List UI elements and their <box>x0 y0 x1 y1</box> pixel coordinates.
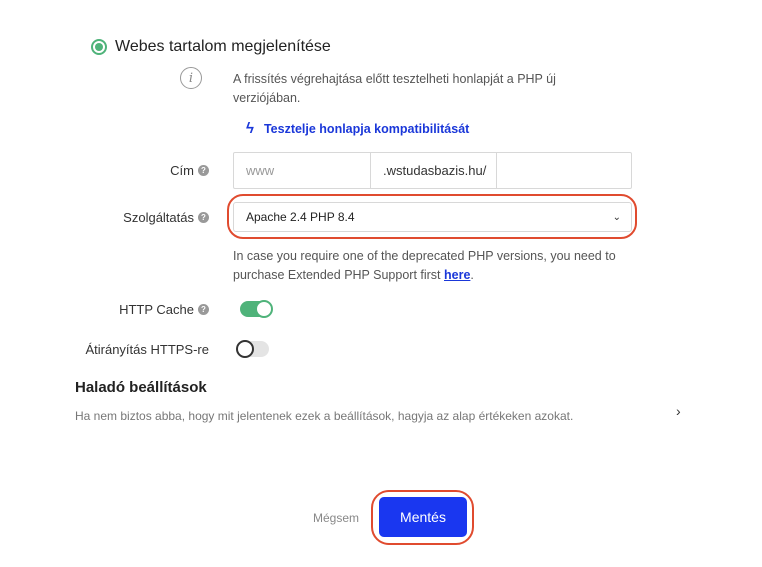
domain-suffix: .wstudasbazis.hu/ <box>371 153 498 188</box>
content-display-option[interactable]: Webes tartalom megjelenítése <box>91 38 331 56</box>
subdomain-input[interactable]: www <box>234 153 371 188</box>
https-redirect-label: Átirányítás HTTPS-re <box>85 342 209 357</box>
address-field: www .wstudasbazis.hu/ <box>233 152 632 189</box>
toggle-knob <box>236 340 254 358</box>
https-redirect-label-text: Átirányítás HTTPS-re <box>85 342 209 357</box>
cancel-button[interactable]: Mégsem <box>313 511 359 525</box>
http-cache-toggle[interactable] <box>240 300 273 318</box>
info-text: A frissítés végrehajtása előtt tesztelhe… <box>233 72 556 105</box>
extended-php-support-link[interactable]: here <box>444 268 470 282</box>
service-label-text: Szolgáltatás <box>123 210 194 225</box>
help-icon[interactable]: ? <box>198 212 209 223</box>
lightning-icon: ϟ <box>246 120 254 137</box>
http-cache-label: HTTP Cache ? <box>119 302 209 317</box>
advanced-settings-description: Ha nem biztos abba, hogy mit jelentenek … <box>75 409 574 423</box>
advanced-settings-title[interactable]: Haladó beállítások <box>75 379 207 396</box>
toggle-knob <box>255 300 273 318</box>
test-compatibility-label: Tesztelje honlapja kompatibilitását <box>263 121 470 136</box>
save-highlight-annotation <box>371 490 474 545</box>
http-cache-label-text: HTTP Cache <box>119 302 194 317</box>
test-compatibility-link[interactable]: ϟ Tesztelje honlapja kompatibilitását <box>246 120 469 137</box>
chevron-right-icon[interactable]: › <box>676 403 681 419</box>
info-icon: i <box>180 67 202 89</box>
content-display-label: Webes tartalom megjelenítése <box>115 38 331 55</box>
cim-label: Cím ? <box>170 163 209 178</box>
help-icon[interactable]: ? <box>198 165 209 176</box>
service-label: Szolgáltatás ? <box>123 210 209 225</box>
help-icon[interactable]: ? <box>198 304 209 315</box>
https-redirect-toggle[interactable] <box>236 340 269 358</box>
deprecated-php-note: In case you require one of the deprecate… <box>233 247 633 285</box>
radio-button-selected[interactable] <box>91 39 107 55</box>
radio-dot <box>95 43 103 51</box>
deprecated-note-end: . <box>470 268 474 282</box>
deprecated-note-text: In case you require one of the deprecate… <box>233 249 616 282</box>
cim-label-text: Cím <box>170 163 194 178</box>
service-highlight-annotation <box>227 194 637 239</box>
